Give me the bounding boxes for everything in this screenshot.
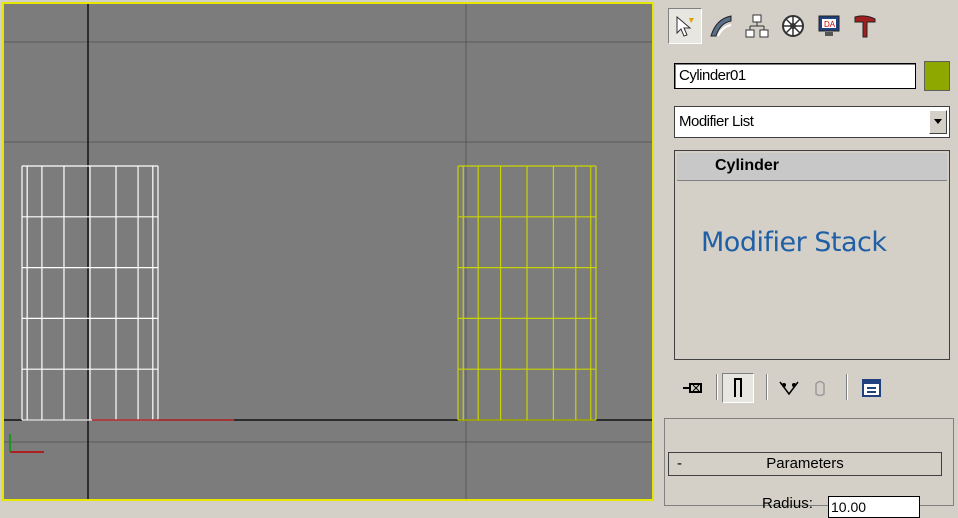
front-viewport[interactable]: [2, 2, 654, 501]
show-end-result-icon: [734, 378, 742, 397]
collapse-icon: -: [677, 455, 682, 472]
stack-item-cylinder[interactable]: Cylinder: [677, 153, 947, 181]
command-panel: DA Cylinder01 Modifier List Cylinder Mod…: [656, 0, 958, 518]
pin-stack-icon: [683, 383, 702, 393]
command-panel-tabs: DA: [668, 8, 882, 44]
remove-modifier-button[interactable]: [806, 373, 834, 403]
cursor-arrow-icon: [676, 15, 694, 37]
parameters-rollout-header[interactable]: - Parameters: [668, 452, 942, 476]
object-color-swatch[interactable]: [924, 61, 950, 91]
show-end-result-button[interactable]: [722, 373, 754, 403]
modify-curve-icon: [710, 15, 732, 37]
object-name-field[interactable]: Cylinder01: [674, 63, 916, 89]
hierarchy-icon: [745, 14, 769, 38]
motion-tab[interactable]: [776, 8, 810, 44]
pin-stack-button[interactable]: [678, 373, 708, 403]
configure-modifier-sets-icon: [862, 379, 881, 397]
modifier-list-dropdown[interactable]: Modifier List: [674, 106, 950, 138]
viewport-canvas[interactable]: [4, 4, 652, 499]
make-unique-icon: [779, 381, 799, 396]
utilities-tab[interactable]: [848, 8, 882, 44]
svg-text:DA: DA: [824, 20, 836, 29]
motion-wheel-icon: [782, 15, 804, 37]
stack-toolbar: [674, 368, 950, 408]
rollout-title: Parameters: [766, 455, 844, 472]
display-monitor-icon: DA: [818, 15, 840, 36]
make-unique-button[interactable]: [774, 373, 804, 403]
modify-tab[interactable]: [704, 8, 738, 44]
hierarchy-tab[interactable]: [740, 8, 774, 44]
cylinder01-selected[interactable]: [457, 165, 597, 421]
hammer-icon: [854, 15, 876, 38]
configure-modifier-sets-button[interactable]: [856, 373, 888, 403]
stack-annotation: Modifier Stack: [701, 227, 887, 258]
modifier-list-label: Modifier List: [679, 113, 754, 130]
modifier-stack: Cylinder Modifier Stack: [674, 150, 950, 360]
display-tab[interactable]: DA: [812, 8, 846, 44]
radius-spinner[interactable]: 10.00: [828, 496, 920, 518]
chevron-down-icon[interactable]: [929, 110, 947, 134]
cylinder-unselected[interactable]: [21, 165, 159, 421]
radius-label: Radius:: [762, 495, 813, 512]
remove-modifier-icon: [815, 380, 825, 397]
create-tab[interactable]: [668, 8, 702, 44]
